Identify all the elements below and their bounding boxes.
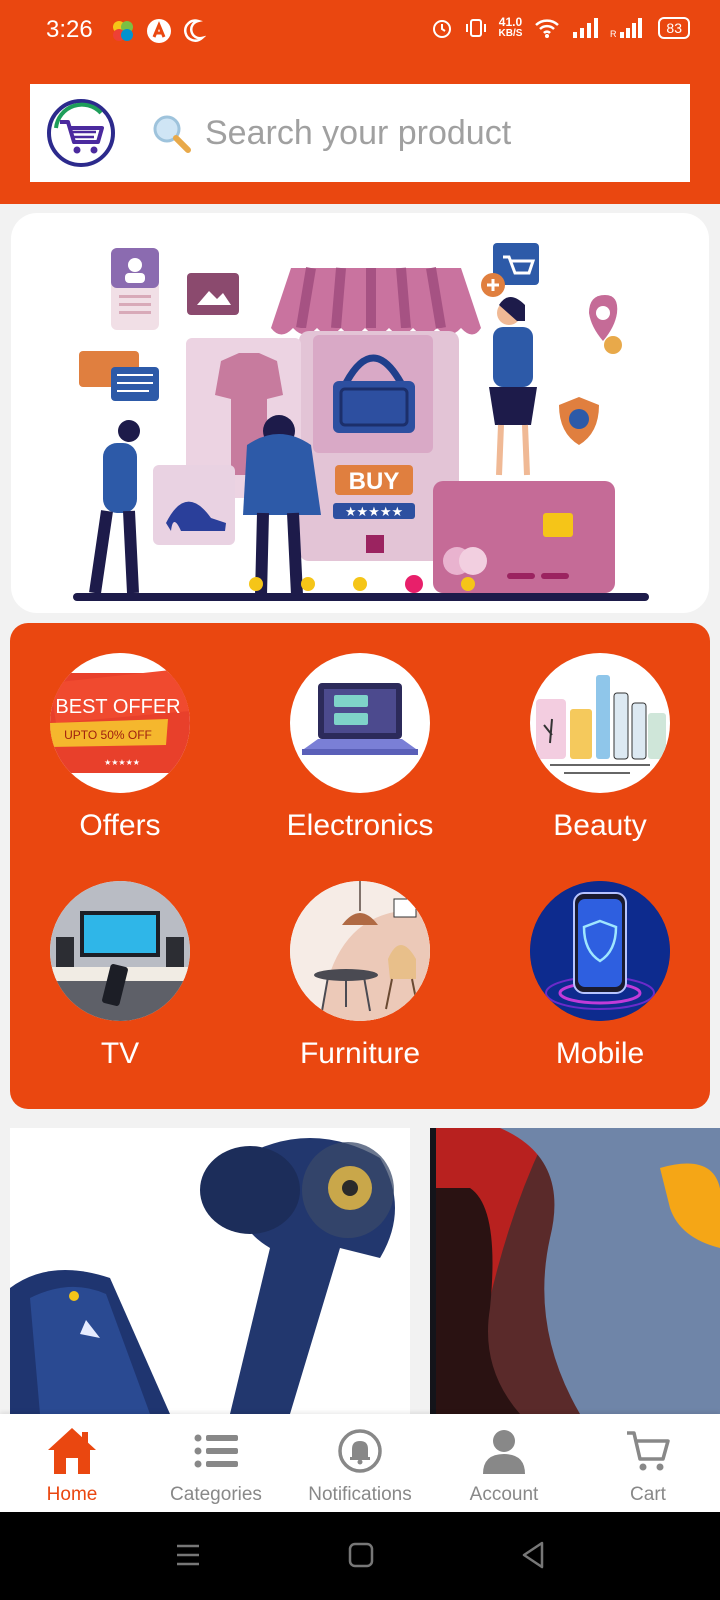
carousel-dot[interactable]: [461, 577, 475, 591]
network-speed-value: 41.0: [498, 15, 523, 29]
category-mobile[interactable]: Mobile: [490, 881, 710, 1071]
product-card-earbuds[interactable]: [10, 1128, 410, 1414]
earbuds-image: [10, 1128, 410, 1414]
best-offer-icon: BEST OFFER UPTO 50% OFF ★★★★★: [50, 653, 190, 793]
category-tv[interactable]: TV: [10, 881, 230, 1071]
category-label: TV: [100, 1037, 140, 1070]
category-furniture[interactable]: Furniture: [250, 881, 470, 1071]
app-notification-icon: [113, 21, 133, 41]
promo-banner[interactable]: BUY ★★★★★: [11, 213, 709, 613]
network-speed-unit: KB/S: [498, 28, 523, 39]
category-label: Electronics: [286, 809, 434, 842]
signal-icon: [573, 18, 599, 38]
laptop-icon: [290, 653, 430, 793]
category-beauty[interactable]: Beauty: [490, 653, 710, 843]
night-mode-icon: [184, 19, 206, 42]
svg-text:R: R: [610, 29, 617, 39]
svg-text:★★★★★: ★★★★★: [345, 505, 403, 520]
category-label: Furniture: [299, 1037, 421, 1070]
nav-account[interactable]: Account: [432, 1424, 576, 1506]
nav-label: Home: [46, 1484, 98, 1505]
status-time: 3:26: [46, 16, 93, 43]
shop-logo-icon[interactable]: [46, 98, 116, 168]
nav-label: Cart: [630, 1484, 666, 1505]
nav-cart[interactable]: Cart: [576, 1424, 720, 1506]
alarm-icon: [432, 20, 451, 38]
cart-icon: [627, 1431, 670, 1471]
shopping-illustration: BUY ★★★★★: [73, 243, 649, 601]
category-label: Beauty: [553, 809, 647, 842]
nav-home[interactable]: Home: [0, 1424, 144, 1506]
category-label: Mobile: [555, 1037, 645, 1070]
carousel-dot[interactable]: [353, 577, 367, 591]
carousel-indicator: [249, 575, 475, 593]
notification-icons: [110, 18, 206, 44]
person-icon: [483, 1430, 525, 1474]
home-button-icon[interactable]: [348, 1540, 374, 1570]
nav-notifications[interactable]: Notifications: [288, 1424, 432, 1506]
status-bar: 3:26 41.0 KB/S R 83: [0, 0, 720, 66]
search-input[interactable]: [205, 108, 655, 158]
category-electronics[interactable]: Electronics: [250, 653, 470, 843]
wifi-icon: [535, 19, 560, 38]
carousel-dot-active[interactable]: [405, 575, 423, 593]
network-speed: 41.0 KB/S: [499, 16, 523, 40]
furniture-icon: [290, 881, 430, 1021]
alert-notification-icon: [147, 19, 171, 43]
bell-icon: [338, 1429, 382, 1473]
nav-label: Categories: [170, 1484, 262, 1505]
svg-text:★★★★★: ★★★★★: [104, 758, 140, 767]
list-icon: [194, 1434, 238, 1468]
cosmetics-icon: [530, 653, 670, 793]
search-bar[interactable]: [30, 84, 690, 182]
recent-apps-icon[interactable]: [175, 1540, 201, 1570]
tv-icon: [50, 881, 190, 1021]
app-header: [0, 66, 720, 204]
battery-indicator: 83: [658, 17, 690, 39]
search-icon: [153, 115, 191, 153]
system-navigation-bar: [0, 1512, 720, 1600]
smartphone-icon: [530, 881, 670, 1021]
offer-sub-text: UPTO 50% OFF: [64, 728, 152, 742]
signal-roaming-icon: R: [610, 18, 643, 39]
nav-label: Notifications: [308, 1484, 412, 1505]
back-icon[interactable]: [520, 1540, 546, 1570]
product-card-tablet[interactable]: [430, 1128, 720, 1414]
nav-categories[interactable]: Categories: [144, 1424, 288, 1506]
nav-label: Account: [469, 1484, 539, 1505]
category-label: Offers: [79, 809, 161, 842]
banner-buy-text: BUY: [349, 468, 400, 495]
status-indicators: 41.0 KB/S R 83: [431, 16, 690, 40]
tablet-image: [430, 1128, 720, 1414]
category-offers[interactable]: BEST OFFER UPTO 50% OFF ★★★★★ Offers: [10, 653, 230, 843]
vibrate-icon: [465, 19, 486, 37]
offer-title-text: BEST OFFER: [55, 696, 180, 718]
home-icon: [48, 1428, 96, 1474]
categories-panel: BEST OFFER UPTO 50% OFF ★★★★★ Offers Ele…: [10, 623, 710, 1109]
bottom-navigation: Home Categories Notifications Account Ca…: [0, 1414, 720, 1512]
carousel-dot[interactable]: [301, 577, 315, 591]
carousel-dot[interactable]: [249, 577, 263, 591]
